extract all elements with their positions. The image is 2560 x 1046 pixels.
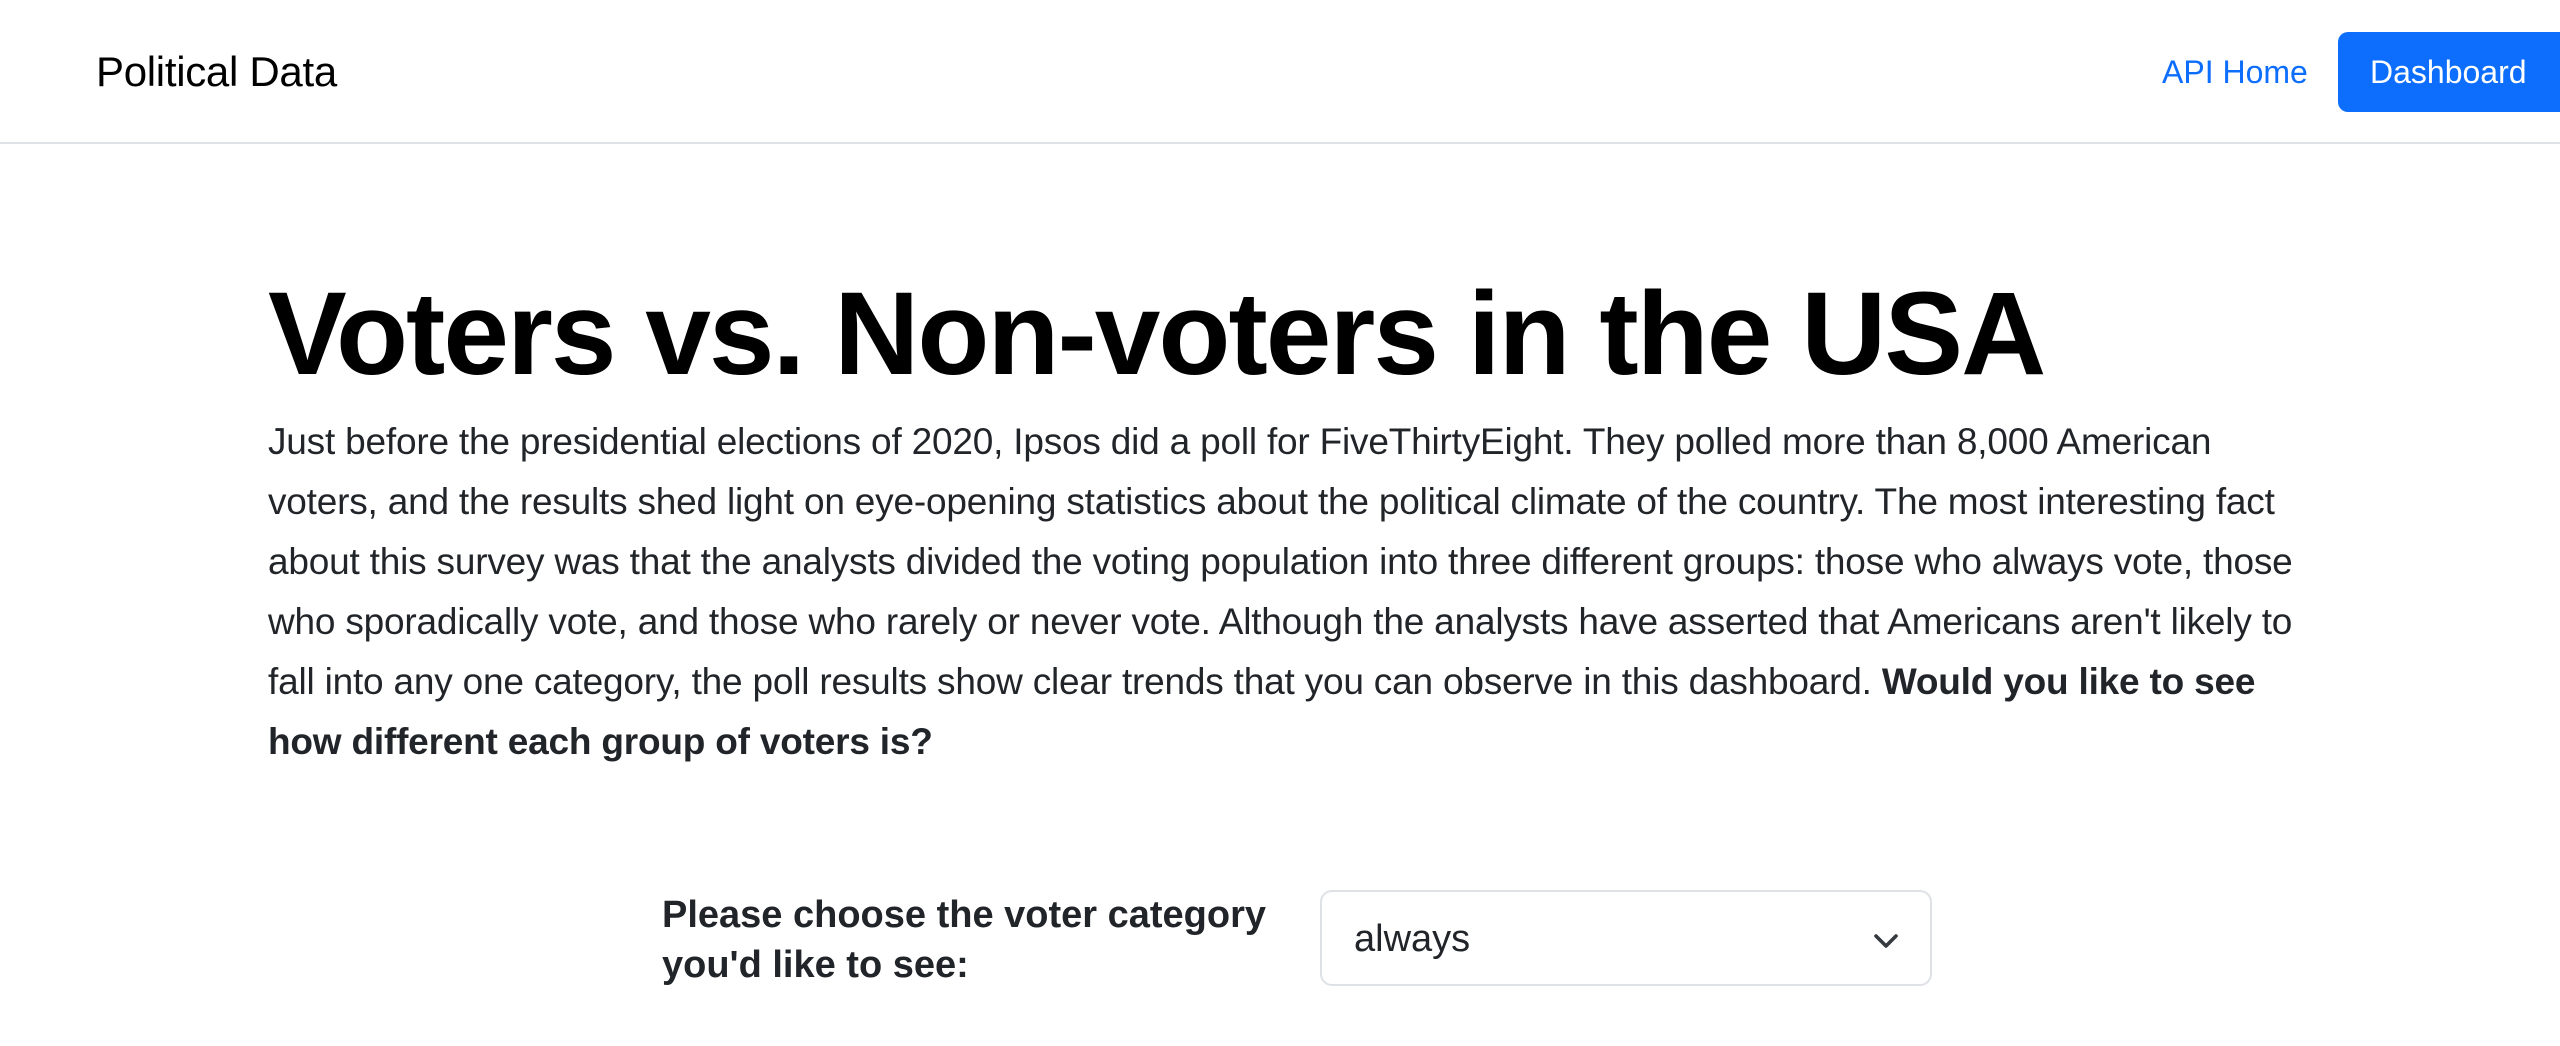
- intro-text: Just before the presidential elections o…: [268, 421, 2293, 702]
- top-navbar: Political Data API Home Dashboard: [0, 0, 2560, 144]
- dashboard-button[interactable]: Dashboard: [2338, 32, 2560, 112]
- voter-category-select[interactable]: always: [1320, 890, 1932, 986]
- chevron-down-icon: [1874, 934, 1898, 948]
- main-content: Voters vs. Non-voters in the USA Just be…: [268, 260, 2328, 772]
- intro-paragraph: Just before the presidential elections o…: [268, 412, 2328, 772]
- page-title: Voters vs. Non-voters in the USA: [268, 268, 2046, 400]
- voter-category-label: Please choose the voter category you'd l…: [662, 894, 1267, 986]
- voter-category-selected-value: always: [1354, 918, 1471, 960]
- brand-logo-text[interactable]: Political Data: [96, 44, 337, 100]
- nav-link-api-home[interactable]: API Home: [2162, 48, 2308, 96]
- voter-category-selector: Please choose the voter category you'd l…: [662, 888, 1932, 998]
